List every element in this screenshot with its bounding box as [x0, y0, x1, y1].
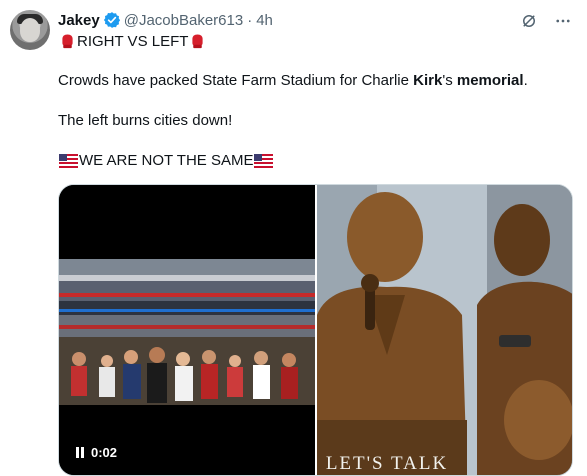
us-flag-icon	[59, 154, 78, 168]
boxing-glove-icon	[62, 34, 73, 49]
post-text-bold-memorial: memorial	[456, 72, 524, 89]
boxing-glove-icon	[192, 34, 204, 49]
stadium-crowd-image	[59, 259, 315, 405]
post-slogan-text: WE ARE NOT THE SAME	[79, 152, 254, 169]
post-title-text: RIGHT VS LEFT	[77, 33, 189, 50]
bronze-statue-image	[317, 185, 572, 475]
post-line-title: RIGHT VS LEFT	[58, 32, 573, 52]
header-actions	[519, 11, 573, 31]
post-line-crowds: Crowds have packed State Farm Stadium fo…	[58, 71, 573, 91]
tweet[interactable]: Jakey @JacobBaker613 · 4h RIGHT VS LEFT …	[0, 0, 587, 476]
avatar[interactable]	[10, 10, 50, 50]
post-line-left: The left burns cities down!	[58, 112, 233, 129]
statue-plaque-text: LET'S TALK	[325, 453, 449, 474]
more-icon[interactable]	[553, 11, 573, 31]
video-time-chip[interactable]: 0:02	[69, 443, 124, 462]
post-line-slogan: WE ARE NOT THE SAME	[58, 151, 573, 171]
verified-badge-icon	[103, 12, 120, 28]
video-player[interactable]: 0:02	[59, 185, 315, 475]
avatar-face	[20, 18, 40, 42]
separator-dot: ·	[247, 11, 253, 29]
author-handle[interactable]: @JacobBaker613	[124, 12, 243, 29]
grok-icon[interactable]	[519, 11, 539, 31]
post-time[interactable]: 4h	[256, 12, 273, 29]
post-text-bold-kirk: Kirk	[413, 72, 443, 89]
us-flag-icon	[254, 154, 274, 168]
author-name[interactable]: Jakey	[58, 12, 100, 29]
media-container: 0:02 LET'S TALK	[58, 184, 573, 476]
pause-icon[interactable]	[75, 447, 85, 458]
post-text-segment: .	[523, 72, 528, 89]
post-text-segment: 's	[442, 72, 457, 89]
post-text-segment: Crowds have packed State Farm Stadium fo…	[58, 72, 414, 89]
tweet-header: Jakey @JacobBaker613 · 4h	[58, 10, 273, 30]
video-time: 0:02	[91, 445, 118, 460]
statue-photo[interactable]: LET'S TALK	[317, 185, 572, 475]
